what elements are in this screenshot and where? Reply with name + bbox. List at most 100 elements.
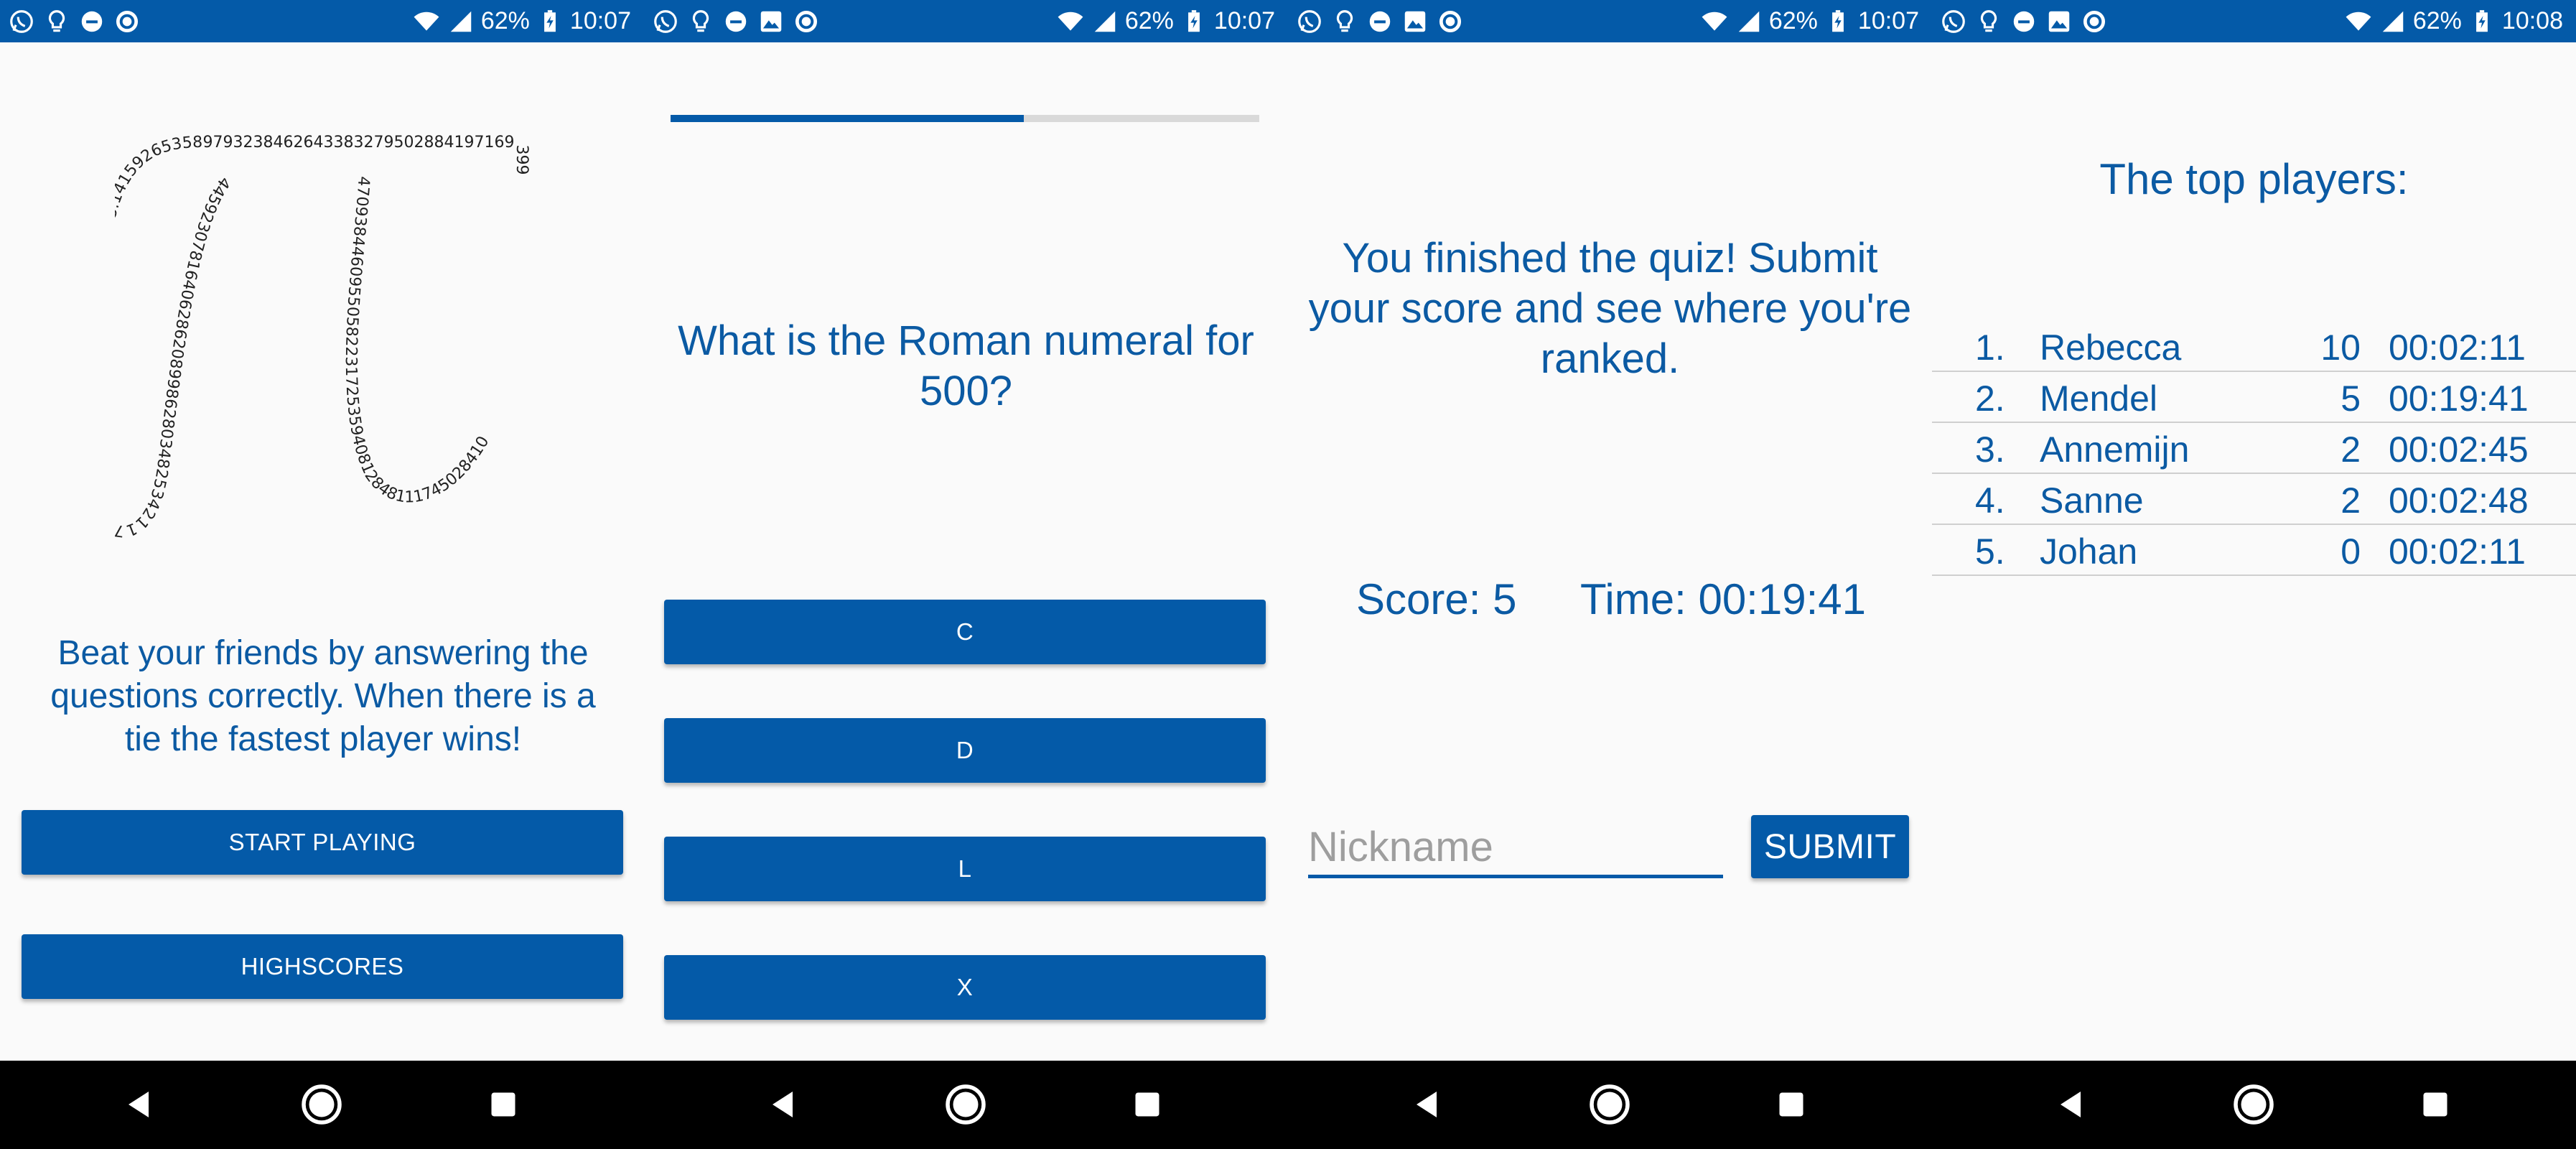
player-time: 00:02:11 <box>2389 327 2526 368</box>
home-icon[interactable] <box>2229 1079 2279 1130</box>
sync-circle-icon <box>792 7 821 36</box>
image-icon <box>757 7 785 36</box>
player-name: Rebecca <box>2040 327 2182 368</box>
sync-circle-icon <box>113 7 141 36</box>
leaderboard-row: 5. Johan 0 00:02:11 <box>1932 525 2576 576</box>
highscores-button[interactable]: HIGHSCORES <box>22 934 623 999</box>
lightbulb-icon <box>1974 7 2003 36</box>
notification-icons <box>7 0 141 42</box>
clock: 10:07 <box>569 7 631 34</box>
whatsapp-icon <box>1295 7 1324 36</box>
battery-charging-icon <box>2468 7 2496 36</box>
intro-text: Beat your friends by answering the quest… <box>50 634 596 758</box>
svg-text:3.1415926535897932384626433832: 3.14159265358979323846264338327950288419… <box>115 133 531 220</box>
system-indicators: 62% 10:08 <box>2344 0 2563 42</box>
status-bar: 62% 10:07 <box>0 0 644 42</box>
notification-icons <box>651 0 821 42</box>
sync-circle-icon <box>2080 7 2109 36</box>
notification-icons <box>1295 0 1465 42</box>
wifi-icon <box>1700 7 1729 36</box>
start-playing-button[interactable]: START PLAYING <box>22 810 623 875</box>
battery-charging-icon <box>1824 7 1852 36</box>
home-icon[interactable] <box>297 1079 347 1130</box>
wifi-icon <box>2344 7 2373 36</box>
answer-button-x[interactable]: X <box>664 955 1266 1020</box>
player-time: 00:02:11 <box>2389 531 2526 572</box>
leaderboard-table: 1. Rebecca 10 00:02:11 2. Mendel 5 00:19… <box>1932 321 2576 576</box>
leaderboard-row: 1. Rebecca 10 00:02:11 <box>1932 321 2576 372</box>
signal-icon <box>1091 7 1119 36</box>
clock: 10:07 <box>1213 7 1275 34</box>
status-bar: 62% 10:08 <box>1932 0 2576 42</box>
back-icon[interactable] <box>2047 1079 2097 1130</box>
sync-circle-icon <box>1436 7 1465 36</box>
battery-percent: 62% <box>480 7 530 34</box>
rank: 3. <box>1975 429 2005 470</box>
answer-button-l[interactable]: L <box>664 837 1266 901</box>
home-screen: 62% 10:07 3.1415926535897932384626433832… <box>0 0 644 1149</box>
whatsapp-icon <box>1939 7 1968 36</box>
status-bar: 62% 10:07 <box>644 0 1288 42</box>
signal-icon <box>2379 7 2407 36</box>
question-text: What is the Roman numeral for 500? <box>678 317 1254 414</box>
answer-button-c[interactable]: C <box>664 600 1266 664</box>
recent-apps-icon[interactable] <box>1766 1079 1816 1130</box>
signal-icon <box>1735 7 1763 36</box>
pi-digits-bar: 3.14159265358979323846264338327950288419… <box>115 133 531 220</box>
back-icon[interactable] <box>115 1079 165 1130</box>
player-score: 2 <box>2341 429 2361 470</box>
player-time: 00:19:41 <box>2389 378 2529 419</box>
nickname-input[interactable] <box>1308 819 1723 878</box>
final-score: Score: 5 <box>1356 575 1517 623</box>
submit-score-screen: 62% 10:07 You finished the quiz! Submit … <box>1288 0 1932 1149</box>
recent-apps-icon[interactable] <box>1122 1079 1172 1130</box>
leaderboard-title: The top players: <box>2099 155 2409 203</box>
rank: 2. <box>1975 378 2005 419</box>
do-not-disturb-icon <box>722 7 750 36</box>
do-not-disturb-icon <box>1366 7 1394 36</box>
back-icon[interactable] <box>1403 1079 1453 1130</box>
player-score: 2 <box>2341 480 2361 521</box>
system-indicators: 62% 10:07 <box>1700 0 1919 42</box>
battery-percent: 62% <box>1768 7 1818 34</box>
battery-charging-icon <box>1180 7 1208 36</box>
player-score: 5 <box>2341 378 2361 419</box>
navigation-bar <box>644 1061 1288 1149</box>
wifi-icon <box>1056 7 1085 36</box>
rank: 1. <box>1975 327 2005 368</box>
recent-apps-icon[interactable] <box>2410 1079 2460 1130</box>
do-not-disturb-icon <box>2010 7 2038 36</box>
svg-text:445923078164062862089986280348: 4459230781640628620899862803482534211706… <box>115 133 233 540</box>
back-icon[interactable] <box>759 1079 809 1130</box>
signal-icon <box>447 7 475 36</box>
do-not-disturb-icon <box>78 7 106 36</box>
leaderboard-row: 2. Mendel 5 00:19:41 <box>1932 372 2576 423</box>
recent-apps-icon[interactable] <box>478 1079 528 1130</box>
home-icon[interactable] <box>1585 1079 1635 1130</box>
player-time: 00:02:48 <box>2389 480 2529 521</box>
question-screen: 62% 10:07 What is the Roman numeral for … <box>644 0 1288 1149</box>
navigation-bar <box>1932 1061 2576 1149</box>
image-icon <box>1401 7 1429 36</box>
home-icon[interactable] <box>941 1079 991 1130</box>
player-name: Annemijn <box>2040 429 2190 470</box>
notification-icons <box>1939 0 2109 42</box>
navigation-bar <box>0 1061 644 1149</box>
leaderboard-row: 4. Sanne 2 00:02:48 <box>1932 474 2576 525</box>
wifi-icon <box>412 7 441 36</box>
player-name: Sanne <box>2040 480 2144 521</box>
system-indicators: 62% 10:07 <box>412 0 631 42</box>
pi-digits-left-leg: 4459230781640628620899862803482534211706… <box>115 133 233 540</box>
quiz-progress-fill <box>671 115 1024 122</box>
player-time: 00:02:45 <box>2389 429 2529 470</box>
player-score: 0 <box>2341 531 2361 572</box>
whatsapp-icon <box>7 7 36 36</box>
final-time: Time: 00:19:41 <box>1580 575 1866 623</box>
submit-button[interactable]: SUBMIT <box>1751 815 1909 878</box>
rank: 5. <box>1975 531 2005 572</box>
leaderboard-row: 3. Annemijn 2 00:02:45 <box>1932 423 2576 474</box>
answer-button-d[interactable]: D <box>664 718 1266 783</box>
pi-digits-logo: 3.14159265358979323846264338327950288419… <box>115 133 531 540</box>
clock: 10:07 <box>1857 7 1919 34</box>
quiz-progress-bar <box>671 115 1259 122</box>
